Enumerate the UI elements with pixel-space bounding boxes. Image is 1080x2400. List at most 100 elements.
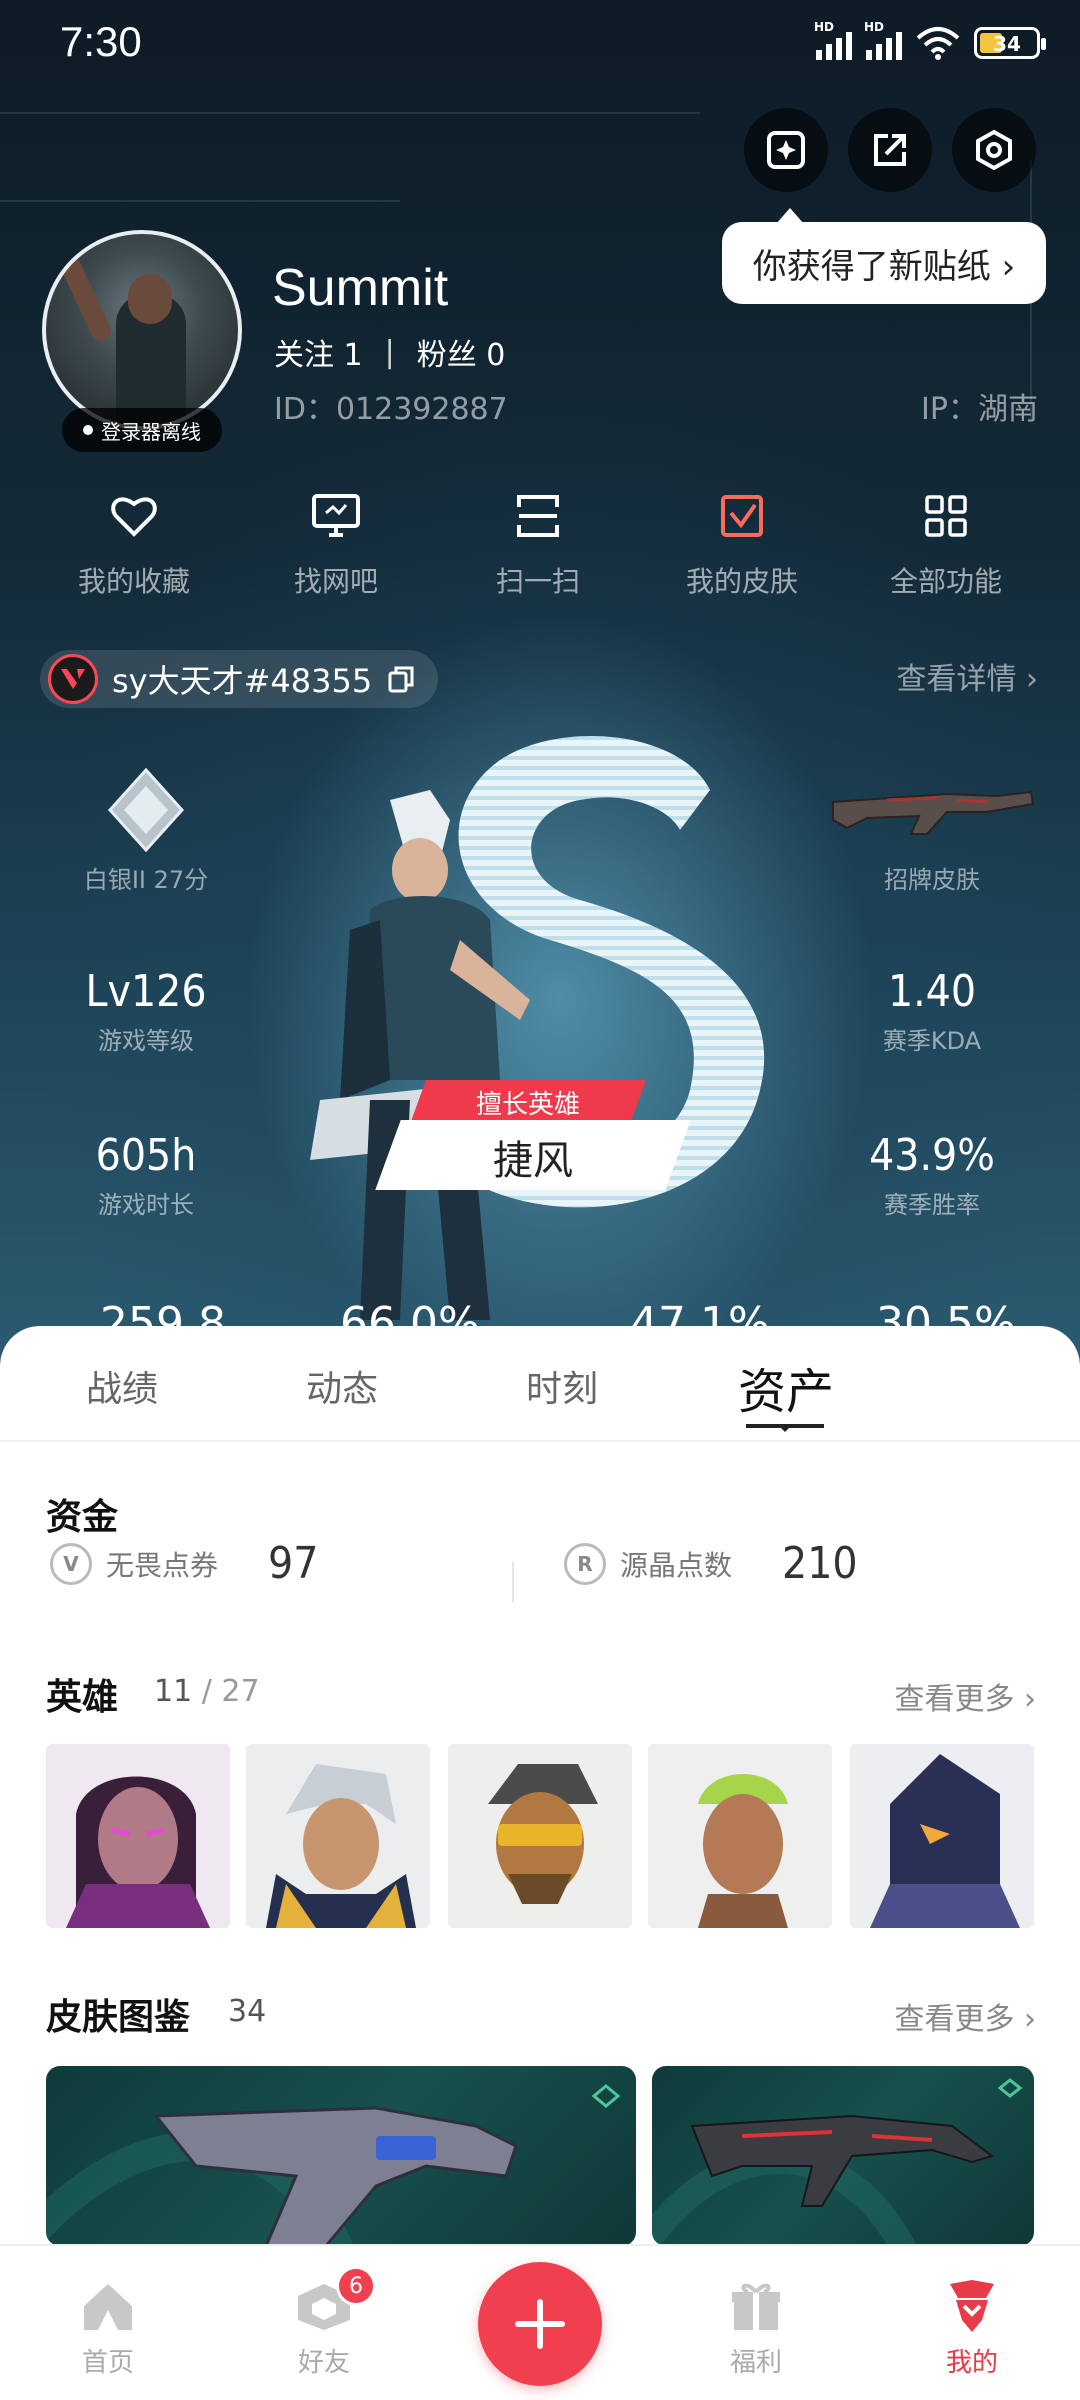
- nav-profile[interactable]: 我的: [902, 2276, 1042, 2379]
- agents-count: 11 / 27: [154, 1674, 260, 1709]
- rank-diamond-icon: [107, 767, 185, 853]
- skin-icon: [721, 495, 763, 537]
- quick-action-label: 找网吧: [293, 565, 378, 598]
- radianite-coin-icon: R: [564, 1542, 606, 1585]
- share-icon: [874, 134, 906, 166]
- fund-value: 97: [268, 1538, 319, 1589]
- valorant-logo-icon: [48, 654, 98, 704]
- agent-card[interactable]: [448, 1744, 632, 1928]
- rifle-skin-icon: [832, 790, 1035, 835]
- signature-skin-stat[interactable]: 招牌皮肤: [822, 778, 1042, 895]
- nav-label: 福利: [729, 2348, 782, 2378]
- agents-title: 英雄: [46, 1677, 119, 1718]
- agent-card[interactable]: [246, 1744, 430, 1928]
- quick-action-scan[interactable]: 扫一扫: [438, 486, 638, 600]
- nav-label: 好友: [297, 2348, 350, 2378]
- agent-portrait: [648, 1744, 832, 1928]
- quick-action-label: 全部功能: [889, 565, 1002, 598]
- view-details-link[interactable]: 查看详情 ›: [896, 654, 1038, 698]
- agents-owned: 11: [154, 1674, 193, 1709]
- status-bar: 7:30 HD HD 34: [0, 0, 1080, 90]
- active-tab-indicator: [746, 1424, 824, 1432]
- signal-icon: HD: [814, 20, 852, 60]
- battery-icon: 34: [974, 27, 1046, 59]
- agent-card[interactable]: [850, 1744, 1034, 1928]
- friends-notification-badge: 6: [336, 2266, 376, 2306]
- tab-bar: 战绩 动态 时刻 资产: [0, 1326, 1080, 1442]
- agent-portrait: [246, 1744, 430, 1928]
- nav-rewards[interactable]: 福利: [686, 2276, 826, 2379]
- share-button[interactable]: [848, 108, 932, 192]
- create-post-button[interactable]: [478, 2262, 602, 2386]
- status-dot-icon: [83, 425, 93, 435]
- decor-line: [0, 112, 700, 114]
- user-id: ID：012392887: [274, 392, 508, 427]
- game-account-name: sy大天才#48355: [112, 662, 373, 700]
- winrate-label: 赛季胜率: [884, 1191, 980, 1219]
- nav-home[interactable]: 首页: [38, 2276, 178, 2379]
- quick-action-label: 我的收藏: [77, 565, 190, 598]
- rank-label: 白银II 27分: [83, 866, 209, 894]
- status-time: 7:30: [60, 18, 142, 65]
- tab-match-history[interactable]: 战绩: [86, 1360, 158, 1412]
- nav-friends[interactable]: 好友 6: [254, 2266, 394, 2379]
- nav-label: 我的: [945, 2348, 998, 2378]
- profile-icon: [950, 2280, 994, 2332]
- signature-skin-label: 招牌皮肤: [884, 866, 980, 894]
- tab-assets[interactable]: 资产: [738, 1352, 834, 1422]
- agent-portrait: [46, 1744, 230, 1928]
- skin-card[interactable]: [46, 2066, 636, 2246]
- agent-card[interactable]: [648, 1744, 832, 1928]
- quick-action-all[interactable]: 全部功能: [846, 486, 1046, 600]
- copy-icon[interactable]: [386, 664, 416, 694]
- agents-total: / 27: [201, 1674, 260, 1709]
- wifi-icon: [916, 27, 960, 60]
- agent-figure: [310, 790, 530, 1320]
- funds-title: 资金: [46, 1497, 119, 1538]
- revolver-skin-image: [46, 2084, 621, 2246]
- avatar[interactable]: [42, 230, 242, 430]
- follow-separator: |: [384, 334, 395, 370]
- skins-count: 34: [228, 1994, 267, 2029]
- rank-stat[interactable]: 白银II 27分: [36, 767, 256, 895]
- level-value: Lv126: [85, 966, 207, 1017]
- fund-name: 无畏点券: [106, 1548, 219, 1582]
- skins-see-more[interactable]: 查看更多 ›: [894, 1994, 1036, 2038]
- agent-portrait: [850, 1744, 1034, 1928]
- decor-line: [0, 200, 400, 202]
- heart-icon: [111, 497, 157, 537]
- fund-vp: V 无畏点券 97: [50, 1538, 318, 1589]
- agent-card[interactable]: [46, 1744, 230, 1928]
- favorite-agent-tag: 擅长英雄: [475, 1090, 580, 1120]
- quick-action-find-cafe[interactable]: 找网吧: [236, 486, 436, 600]
- favorite-agent-name: 捷风: [493, 1138, 573, 1184]
- kda-label: 赛季KDA: [882, 1027, 982, 1055]
- new-sticker-tooltip[interactable]: 你获得了新贴纸 ›: [722, 208, 1046, 304]
- game-account-chip[interactable]: sy大天才#48355: [40, 650, 439, 708]
- sticker-button[interactable]: [744, 108, 828, 192]
- nav-label: 首页: [81, 2348, 134, 2378]
- launcher-status-badge: 登录器离线: [62, 408, 222, 452]
- agents-see-more[interactable]: 查看更多 ›: [894, 1674, 1036, 1718]
- playtime-stat: 605h 游戏时长: [36, 1130, 256, 1220]
- vp-coin-icon: V: [50, 1542, 92, 1585]
- kda-stat: 1.40 赛季KDA: [822, 966, 1042, 1056]
- skins-title: 皮肤图鉴: [46, 1997, 191, 2038]
- playtime-value: 605h: [95, 1130, 197, 1181]
- skin-card[interactable]: [652, 2066, 1034, 2246]
- tab-moments[interactable]: 时刻: [526, 1360, 598, 1412]
- quick-action-skins[interactable]: 我的皮肤: [642, 486, 842, 600]
- settings-button[interactable]: [952, 108, 1036, 192]
- fund-value: 210: [782, 1538, 858, 1589]
- quick-action-favorites[interactable]: 我的收藏: [34, 486, 234, 600]
- agent-portrait: [448, 1744, 632, 1928]
- plus-icon: [515, 2299, 565, 2349]
- launcher-status-text: 登录器离线: [101, 419, 201, 444]
- status-icons: HD HD 34: [814, 20, 1046, 60]
- winrate-stat: 43.9% 赛季胜率: [822, 1130, 1042, 1220]
- fans-count[interactable]: 粉丝 0: [417, 330, 506, 374]
- ip-location: IP：湖南: [921, 392, 1038, 427]
- tab-activity[interactable]: 动态: [306, 1360, 378, 1412]
- level-label: 游戏等级: [98, 1027, 194, 1055]
- following-count[interactable]: 关注 1: [274, 330, 363, 374]
